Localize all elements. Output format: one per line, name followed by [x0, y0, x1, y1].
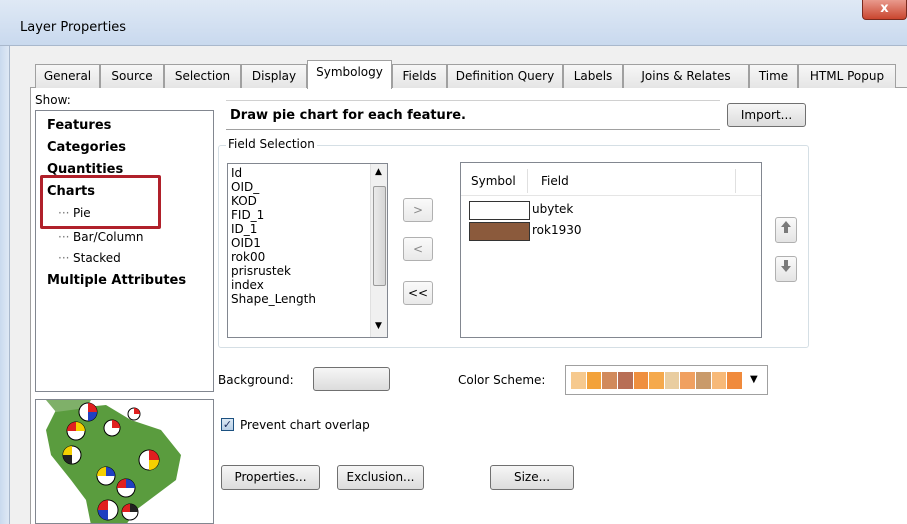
pie-marker [127, 407, 141, 421]
pie-marker [66, 421, 86, 441]
import-button[interactable]: Import... [727, 103, 806, 127]
scroll-thumb[interactable] [373, 186, 386, 286]
arrow-up-icon [781, 221, 791, 233]
chevron-down-icon[interactable]: ▼ [750, 374, 758, 385]
symbol-swatch[interactable] [469, 201, 530, 220]
tab-display[interactable]: Display [241, 64, 307, 88]
tree-item-features[interactable]: Features [47, 118, 111, 133]
move-down-button[interactable] [775, 256, 797, 282]
field-list[interactable]: Id OID_ KOD FID_1 ID_1 OID1 rok00 prisru… [227, 163, 388, 338]
color-scheme-swatch [633, 372, 649, 389]
chart-preview [35, 399, 214, 524]
tree-connector: ··· [58, 251, 70, 265]
tree-item-stacked[interactable]: Stacked [73, 251, 121, 265]
tab-joins-relates[interactable]: Joins & Relates [623, 64, 749, 88]
color-scheme-swatch [664, 372, 680, 389]
background-label: Background: [218, 373, 294, 387]
pie-marker [138, 449, 160, 471]
size-button[interactable]: Size... [490, 465, 574, 490]
column-divider [735, 169, 736, 193]
field-list-item[interactable]: FID_1 [231, 208, 264, 222]
scroll-down-icon[interactable]: ▼ [375, 321, 382, 331]
field-list-item[interactable]: OID_ [231, 180, 259, 194]
field-list-item[interactable]: Shape_Length [231, 292, 316, 306]
close-button[interactable]: x [862, 0, 907, 20]
pie-marker [97, 499, 119, 521]
field-list-item[interactable]: index [231, 278, 264, 292]
color-scheme-dropdown[interactable]: ▼ [565, 365, 768, 395]
pie-marker [96, 466, 116, 486]
prevent-overlap-checkbox[interactable]: ✓ [221, 418, 234, 431]
add-field-button[interactable]: > [403, 198, 433, 222]
map-preview-graphic [46, 400, 181, 523]
tree-item-categories[interactable]: Categories [47, 140, 126, 155]
color-scheme-label: Color Scheme: [458, 373, 546, 387]
background-color-button[interactable] [313, 367, 390, 391]
field-list-item[interactable]: rok00 [231, 250, 265, 264]
tree-connector: ··· [58, 230, 70, 244]
color-scheme-swatch [649, 372, 664, 389]
arrow-down-icon [781, 260, 791, 272]
pie-marker [62, 445, 82, 465]
table-row-field[interactable]: ubytek [532, 202, 573, 216]
tree-item-bar-column[interactable]: Bar/Column [73, 230, 144, 244]
field-list-scrollbar[interactable]: ▲ ▼ [370, 164, 387, 337]
column-field[interactable]: Field [541, 174, 569, 188]
color-scheme-swatch [617, 372, 633, 389]
tab-time[interactable]: Time [749, 64, 798, 88]
field-list-item[interactable]: Id [231, 166, 242, 180]
remove-all-fields-button[interactable]: << [403, 281, 433, 305]
field-list-item[interactable]: ID_1 [231, 222, 257, 236]
field-list-item[interactable]: OID1 [231, 236, 261, 250]
tab-labels[interactable]: Labels [563, 64, 623, 88]
chart-description: Draw pie chart for each feature. [230, 108, 466, 123]
field-list-item[interactable]: prisrustek [231, 264, 291, 278]
pie-marker [121, 503, 139, 521]
table-header: Symbol Field [461, 163, 761, 196]
color-scheme-swatch [602, 372, 617, 389]
tab-source[interactable]: Source [100, 64, 164, 88]
exclusion-button[interactable]: Exclusion... [337, 465, 424, 490]
color-scheme-swatch [571, 372, 586, 389]
window-frame-left [0, 46, 10, 524]
tab-selection[interactable]: Selection [164, 64, 241, 88]
tab-symbology[interactable]: Symbology [307, 60, 392, 89]
show-label: Show: [35, 93, 71, 107]
tab-definition-query[interactable]: Definition Query [447, 64, 563, 88]
tab-html-popup[interactable]: HTML Popup [798, 64, 896, 88]
properties-button[interactable]: Properties... [221, 465, 320, 490]
field-selection-label: Field Selection [226, 137, 317, 151]
move-up-button[interactable] [775, 217, 797, 243]
field-list-item[interactable]: KOD [231, 194, 257, 208]
color-scheme-swatch [586, 372, 602, 389]
tree-item-multiple-attributes[interactable]: Multiple Attributes [47, 273, 186, 288]
pie-marker [103, 419, 121, 437]
color-scheme-swatch [696, 372, 711, 389]
tab-fields[interactable]: Fields [392, 64, 447, 88]
window-title: Layer Properties [20, 20, 127, 35]
column-divider [527, 169, 528, 193]
color-scheme-swatch [727, 372, 742, 389]
pie-marker [78, 402, 98, 422]
title-bar: Layer Properties x [0, 0, 907, 46]
color-scheme-swatch [711, 372, 727, 389]
remove-field-button[interactable]: < [403, 237, 433, 261]
column-symbol[interactable]: Symbol [471, 174, 516, 188]
highlight-annotation [40, 175, 161, 229]
tab-general[interactable]: General [35, 64, 100, 88]
scroll-up-icon[interactable]: ▲ [375, 167, 382, 177]
symbol-swatch[interactable] [469, 222, 530, 241]
color-scheme-swatch [680, 372, 696, 389]
layer-properties-window: Layer Properties x General Source Selectio… [0, 0, 907, 524]
pie-marker [116, 478, 136, 498]
table-row-field[interactable]: rok1930 [532, 223, 582, 237]
prevent-overlap-label: Prevent chart overlap [240, 418, 370, 432]
symbol-field-table: Symbol Field [460, 162, 762, 338]
